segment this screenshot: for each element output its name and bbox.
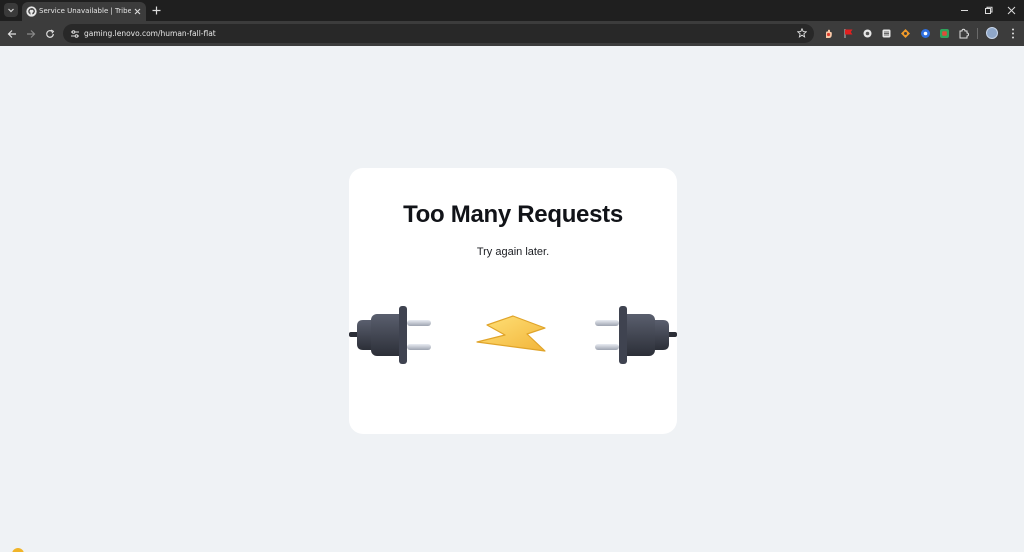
arrow-left-icon	[7, 29, 16, 38]
profile-avatar[interactable]	[986, 27, 998, 39]
extension-stack[interactable]	[881, 28, 892, 39]
blue-dot-icon	[921, 29, 930, 38]
extension-hand[interactable]	[823, 28, 834, 39]
circle-icon	[863, 29, 872, 38]
tab-title: Service Unavailable | Tribe	[39, 7, 131, 15]
extension-orange-badge[interactable]	[900, 28, 911, 39]
reload-icon	[45, 29, 54, 38]
error-title: Too Many Requests	[403, 201, 623, 228]
page-content: Too Many Requests Try again later.	[0, 46, 1024, 552]
restore-icon	[984, 6, 992, 14]
back-button[interactable]	[5, 27, 18, 40]
stack-icon	[882, 29, 891, 38]
lightning-bolt-icon	[476, 315, 546, 352]
green-square-icon	[940, 29, 949, 38]
star-icon	[797, 28, 807, 38]
tab-strip: Service Unavailable | Tribe	[0, 0, 1024, 21]
extension-green-square[interactable]	[939, 28, 950, 39]
tune-icon	[70, 29, 79, 38]
tab-active[interactable]: Service Unavailable | Tribe	[22, 2, 146, 21]
close-icon	[1007, 6, 1015, 14]
forward-button[interactable]	[24, 27, 37, 40]
reload-button[interactable]	[43, 27, 56, 40]
extensions-menu-button[interactable]	[958, 28, 969, 39]
browser-toolbar: gaming.lenovo.com/human-fall-flat	[0, 21, 1024, 46]
error-subtitle: Try again later.	[476, 246, 550, 258]
orange-badge-icon	[901, 29, 910, 38]
puzzle-icon	[959, 28, 969, 39]
hand-icon	[826, 29, 832, 38]
extension-blue-dot[interactable]	[920, 28, 931, 39]
arrow-right-icon	[26, 29, 35, 38]
error-card: Too Many Requests Try again later.	[349, 168, 677, 434]
unplugged-illustration	[349, 306, 677, 364]
minimize-icon	[960, 9, 968, 11]
electric-plug-icon	[595, 306, 677, 364]
github-icon	[26, 6, 37, 17]
restore-button[interactable]	[981, 4, 995, 16]
bookmark-button[interactable]	[796, 27, 808, 39]
close-window-button[interactable]	[1004, 4, 1018, 16]
extension-circle[interactable]	[862, 28, 873, 39]
close-icon	[134, 8, 140, 14]
new-tab-button[interactable]	[150, 4, 162, 16]
browser-menu-button[interactable]	[1008, 27, 1018, 39]
address-bar[interactable]: gaming.lenovo.com/human-fall-flat	[63, 24, 814, 43]
minimize-button[interactable]	[957, 4, 971, 16]
site-info-button[interactable]	[69, 28, 80, 39]
more-vertical-icon	[1012, 28, 1014, 38]
electric-plug-icon	[349, 306, 431, 364]
url-text[interactable]: gaming.lenovo.com/human-fall-flat	[84, 29, 216, 38]
chevron-down-icon	[8, 8, 14, 13]
tab-close-button[interactable]	[132, 6, 142, 16]
red-flag-icon	[844, 29, 853, 38]
toolbar-divider	[977, 28, 978, 39]
plus-icon	[152, 6, 160, 14]
extension-red-flag[interactable]	[843, 28, 854, 39]
tab-search-button[interactable]	[4, 3, 18, 17]
